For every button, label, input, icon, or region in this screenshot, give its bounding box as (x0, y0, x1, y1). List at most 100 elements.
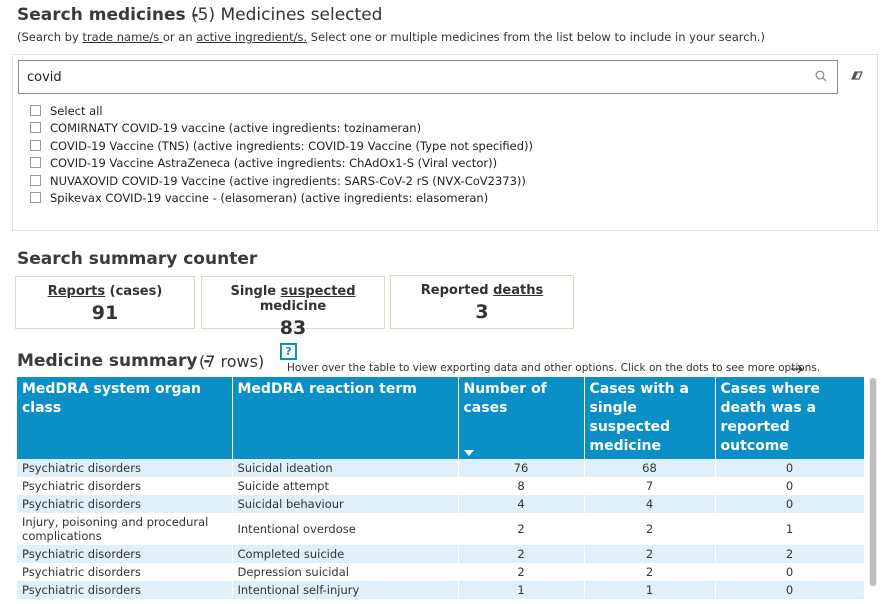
table-row[interactable]: Psychiatric disorders Completed suicide 2 2… (17, 545, 865, 563)
cell-soc: Psychiatric disorders (17, 459, 233, 477)
option-label: Spikevax COVID-19 vaccine - (elasomeran)… (50, 190, 489, 205)
search-box (18, 60, 838, 94)
medicine-summary-table[interactable]: MedDRA system organ class MedDRA reactio… (17, 377, 865, 599)
cell-single-suspected: 68 (584, 459, 716, 477)
col-header-number-of-cases[interactable]: Number of cases (458, 377, 585, 459)
table-scrollbar[interactable] (869, 378, 877, 586)
cell-soc: Psychiatric disorders (17, 477, 233, 495)
cell-death-outcome: 0 (715, 581, 865, 599)
hover-hint: Hover over the table to view exporting d… (287, 362, 821, 374)
select-all-option[interactable]: Select all (30, 102, 103, 119)
col-header-single-suspected[interactable]: Cases with a single suspected medicine (584, 377, 716, 459)
cell-death-outcome: 0 (715, 477, 865, 495)
search-icon[interactable] (815, 70, 827, 82)
eraser-icon[interactable] (850, 70, 864, 82)
cell-reaction-term: Suicide attempt (232, 477, 459, 495)
cell-reaction-term: Depression suicidal (232, 563, 459, 581)
cell-death-outcome: 0 (715, 563, 865, 581)
option-label: COVID-19 Vaccine AstraZeneca (active ing… (50, 155, 498, 170)
cell-number-of-cases: 2 (458, 563, 585, 581)
table-row[interactable]: Psychiatric disorders Suicidal ideation 76… (17, 459, 865, 477)
col-header-death-outcome[interactable]: Cases where death was a reported outcome (715, 377, 865, 459)
suspected-link[interactable]: suspected (281, 284, 356, 299)
checkbox[interactable] (30, 140, 41, 151)
col-header-number-of-cases-label: Number of cases (463, 381, 547, 416)
reports-card[interactable]: Reports (cases) 91 (15, 276, 195, 329)
table-row[interactable]: Injury, poisoning and procedural complic… (17, 513, 865, 545)
col-header-soc[interactable]: MedDRA system organ class (17, 377, 233, 459)
arrow-right-icon[interactable] (790, 364, 804, 374)
scroll-thumb[interactable] (870, 378, 876, 586)
medicine-option[interactable]: Spikevax COVID-19 vaccine - (elasomeran)… (30, 189, 488, 206)
table-row[interactable]: Psychiatric disorders Depression suicidal… (17, 563, 865, 581)
single-suspected-count: 83 (279, 317, 307, 339)
checkbox[interactable] (30, 105, 41, 116)
cell-number-of-cases: 76 (458, 459, 585, 477)
deaths-card[interactable]: Reported deaths 3 (390, 275, 574, 329)
search-hint: (Search by trade name/s or an active ing… (17, 30, 765, 44)
checkbox[interactable] (30, 192, 41, 203)
cell-number-of-cases: 4 (458, 495, 585, 513)
deaths-card-label: Reported deaths (420, 283, 544, 298)
search-medicines-title: Search medicines - (17, 5, 199, 25)
cell-death-outcome: 2 (715, 545, 865, 563)
trade-name-link[interactable]: trade name/s (82, 30, 162, 44)
cell-reaction-term: Completed suicide (232, 545, 459, 563)
cell-reaction-term: Intentional self-injury (232, 581, 459, 599)
cell-soc: Psychiatric disorders (17, 581, 233, 599)
option-label: COVID-19 Vaccine (TNS) (active ingredien… (50, 138, 534, 153)
active-ingredient-link[interactable]: active ingredient/s. (196, 30, 307, 44)
deaths-count: 3 (475, 301, 489, 323)
selected-count: (5) Medicines selected (191, 5, 383, 25)
table-row[interactable]: Psychiatric disorders Suicidal behaviour 4… (17, 495, 865, 513)
cell-single-suspected: 7 (584, 477, 716, 495)
hint-prefix: (Search by (17, 30, 83, 44)
deaths-link[interactable]: deaths (493, 283, 543, 298)
hint-suffix: Select one or multiple medicines from th… (307, 30, 765, 44)
cell-number-of-cases: 8 (458, 477, 585, 495)
cell-number-of-cases: 1 (458, 581, 585, 599)
table-row[interactable]: Psychiatric disorders Intentional self-in… (17, 581, 865, 599)
cell-soc: Psychiatric disorders (17, 495, 233, 513)
cell-number-of-cases: 2 (458, 513, 585, 545)
search-input[interactable] (27, 67, 787, 87)
reports-count: 91 (91, 302, 119, 324)
cell-number-of-cases: 2 (458, 545, 585, 563)
checkbox[interactable] (30, 157, 41, 168)
cell-reaction-term: Suicidal behaviour (232, 495, 459, 513)
cell-soc: Psychiatric disorders (17, 545, 233, 563)
table-row[interactable]: Psychiatric disorders Suicide attempt 8 7 0 (17, 477, 865, 495)
cell-single-suspected: 4 (584, 495, 716, 513)
single-suspected-card[interactable]: Single suspected medicine 83 (201, 276, 385, 339)
cell-single-suspected: 2 (584, 545, 716, 563)
cell-reaction-term: Suicidal ideation (232, 459, 459, 477)
help-icon[interactable]: ? (280, 343, 297, 360)
checkbox[interactable] (30, 122, 41, 133)
option-label: NUVAXOVID COVID-19 Vaccine (active ingre… (50, 173, 526, 188)
hint-mid: or an (162, 30, 197, 44)
summary-title: Search summary counter (17, 249, 258, 269)
single-suspected-card-label: Single suspected medicine (230, 284, 356, 314)
cell-death-outcome: 1 (715, 513, 865, 545)
cell-single-suspected: 1 (584, 581, 716, 599)
reports-card-label: Reports (cases) (47, 284, 163, 299)
medicine-summary-title: Medicine summary - (17, 351, 211, 371)
reports-link[interactable]: Reports (48, 284, 105, 299)
cell-death-outcome: 0 (715, 495, 865, 513)
medicine-option[interactable]: COMIRNATY COVID-19 vaccine (active ingre… (30, 119, 421, 136)
cell-soc: Psychiatric disorders (17, 563, 233, 581)
medicine-option[interactable]: NUVAXOVID COVID-19 Vaccine (active ingre… (30, 172, 526, 189)
option-label: COMIRNATY COVID-19 vaccine (active ingre… (50, 120, 422, 135)
table-header-row: MedDRA system organ class MedDRA reactio… (17, 377, 865, 459)
checkbox[interactable] (30, 175, 41, 186)
option-label: Select all (50, 103, 103, 118)
cell-soc: Injury, poisoning and procedural complic… (17, 513, 233, 545)
sort-desc-icon (463, 450, 474, 456)
cell-reaction-term: Intentional overdose (232, 513, 459, 545)
rows-count: (7 rows) (199, 352, 265, 371)
cell-death-outcome: 0 (715, 459, 865, 477)
medicine-option[interactable]: COVID-19 Vaccine (TNS) (active ingredien… (30, 137, 533, 154)
cell-single-suspected: 2 (584, 563, 716, 581)
col-header-reaction-term[interactable]: MedDRA reaction term (232, 377, 459, 459)
medicine-option[interactable]: COVID-19 Vaccine AstraZeneca (active ing… (30, 154, 497, 171)
